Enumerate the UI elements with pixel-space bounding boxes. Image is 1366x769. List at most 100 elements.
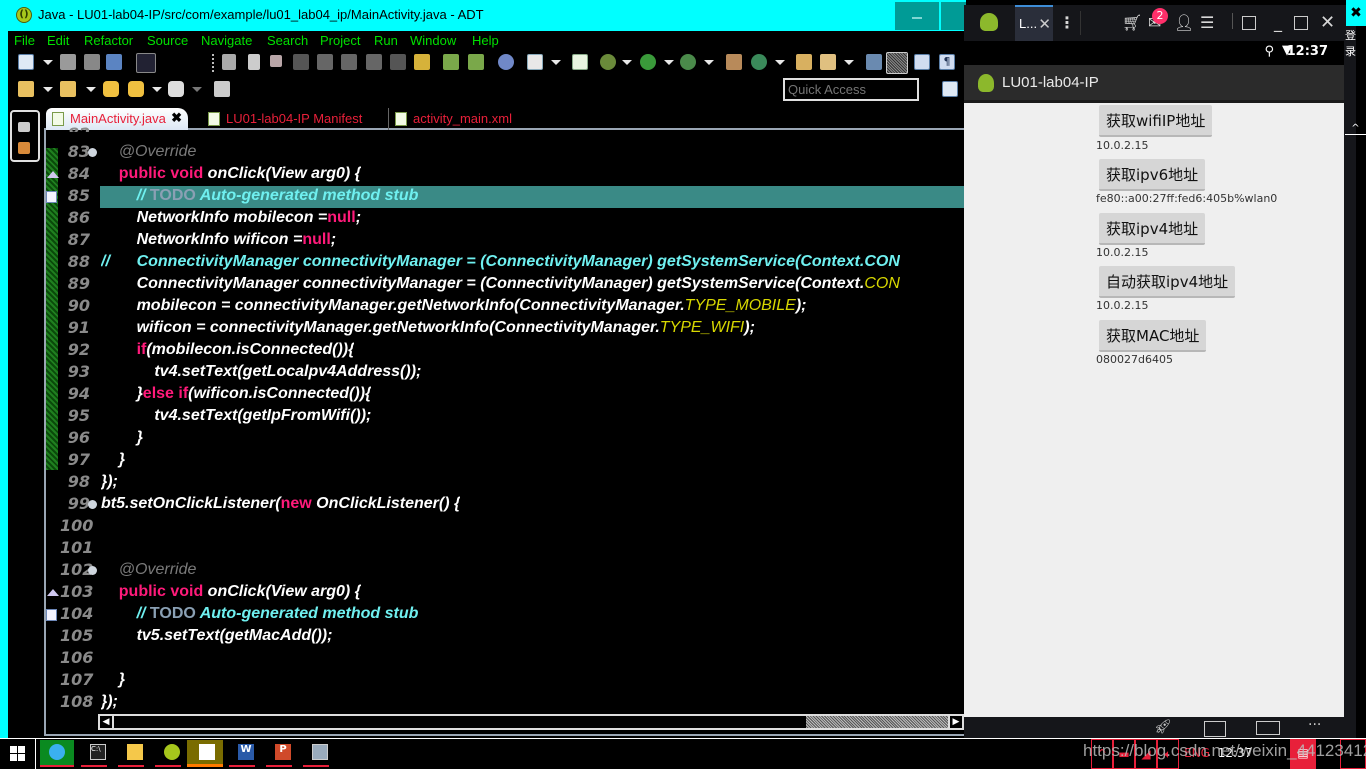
debug-icon[interactable] [600,54,616,70]
step-into-icon[interactable] [317,54,333,70]
code-line[interactable]: // TODO Auto-generated method stub [101,187,419,205]
save-all-icon[interactable] [84,54,100,70]
auto-get-ipv4-button[interactable]: 自动获取ipv4地址 [1099,266,1236,298]
code-line[interactable]: NetworkInfo wificon =null; [101,231,337,249]
save-icon[interactable] [60,54,76,70]
taskbar-app-notepad[interactable] [187,740,223,767]
open-type-icon[interactable] [796,54,812,70]
menu-source[interactable]: Source [147,33,188,48]
search-dropdown-icon[interactable] [844,60,854,65]
maximize-button[interactable] [941,2,966,30]
get-mac-button[interactable]: 获取MAC地址 [1099,320,1207,352]
scroll-right-icon[interactable]: ▶ [948,716,962,728]
step-return-icon[interactable] [366,54,382,70]
new-icon[interactable] [18,54,34,70]
keyboard-icon[interactable] [1256,721,1280,735]
quick-access-input[interactable] [783,78,919,101]
lint-icon[interactable] [498,54,514,70]
maximize-icon[interactable] [1294,16,1308,30]
taskbar-app-word[interactable]: W [229,740,263,767]
search-icon[interactable] [820,54,836,70]
debug-dropdown-icon[interactable] [622,60,632,65]
menu-project[interactable]: Project [320,33,360,48]
next-annotation-dropdown-icon[interactable] [43,87,53,92]
code-line[interactable]: }); [101,693,118,711]
menu-icon[interactable]: ☰ [1200,15,1214,31]
new-package-icon[interactable] [726,54,742,70]
binary-icon[interactable] [136,53,156,73]
code-line[interactable]: @Override [101,561,197,579]
override-marker-icon[interactable] [47,171,59,178]
tab-activity-main-xml[interactable]: activity_main.xml [388,108,518,130]
fold-toggle-icon[interactable] [88,500,97,509]
more-horizontal-icon[interactable]: ··· [1308,717,1321,733]
android-sdk-manager-icon[interactable] [443,54,459,70]
use-step-filters-icon[interactable] [414,54,430,70]
show-whitespace-icon[interactable]: ¶ [939,54,955,70]
block-selection-icon[interactable] [914,54,930,70]
code-line[interactable]: // TODO Auto-generated method stub [101,605,419,623]
new-dropdown-icon[interactable] [43,60,53,65]
step-over-icon[interactable] [341,54,357,70]
pin-editor-icon[interactable] [214,81,230,97]
get-ipv6-button[interactable]: 获取ipv6地址 [1099,159,1206,191]
background-close-button[interactable]: ✖ [1346,0,1366,26]
back-icon[interactable] [128,81,144,97]
menu-help[interactable]: Help [472,33,499,48]
code-line[interactable]: }else if(wificon.isConnected()){ [101,385,372,403]
scroll-left-icon[interactable]: ◀ [100,716,114,728]
login-link[interactable]: 登录 [1345,27,1366,59]
last-edit-location-icon[interactable] [103,81,119,97]
previous-annotation-icon[interactable] [60,81,76,97]
taskbar-app-monitor[interactable] [303,740,337,767]
fold-toggle-icon[interactable] [88,148,97,157]
new-class-dropdown-icon[interactable] [775,60,785,65]
external-tools-icon[interactable] [680,54,696,70]
terminate-icon[interactable] [270,55,282,67]
restore-view-icon[interactable] [18,122,30,132]
disconnect-icon[interactable] [293,54,309,70]
fold-toggle-icon[interactable] [88,566,97,575]
taskbar-app-adt[interactable] [155,740,189,767]
menu-navigate[interactable]: Navigate [201,33,252,48]
get-ipv4-button[interactable]: 获取ipv4地址 [1099,213,1206,245]
user-icon[interactable]: 👤︎ [1174,15,1194,31]
toggle-mark-occurrences-icon[interactable] [886,52,908,74]
check-dropdown-icon[interactable] [551,60,561,65]
toolbox-icon[interactable] [1204,721,1226,737]
resume-icon[interactable] [222,54,236,70]
horizontal-scrollbar[interactable]: ◀ ▶ [98,714,964,730]
chevron-up-icon[interactable]: ^ [1345,123,1366,135]
code-line[interactable]: wificon = connectivityManager.getNetwork… [101,319,755,337]
scrollbar-track[interactable] [806,716,950,728]
suspend-icon[interactable] [248,54,260,70]
code-line[interactable]: } [101,671,125,689]
external-tools-dropdown-icon[interactable] [704,60,714,65]
run-dropdown-icon[interactable] [664,60,674,65]
menu-search[interactable]: Search [267,33,308,48]
run-icon[interactable] [640,54,656,70]
code-line[interactable]: ConnectivityManager connectivityManager … [101,275,900,293]
taskbar-app-cmd[interactable]: C:\ [81,740,115,767]
code-line[interactable]: } [101,451,125,469]
code-line[interactable]: tv4.setText(getIpFromWifi()); [101,407,371,425]
previous-annotation-dropdown-icon[interactable] [86,87,96,92]
emulator-tab[interactable]: L... ✕ [1015,5,1053,41]
code-line[interactable]: @Override [101,143,197,161]
avd-manager-icon[interactable] [468,54,484,70]
override-marker-icon[interactable] [47,589,59,596]
check-icon[interactable] [527,54,543,70]
rocket-icon[interactable]: 🚀︎ [1154,719,1172,735]
minimize-button[interactable] [895,2,939,30]
code-line[interactable]: }); [101,473,118,491]
next-annotation-icon[interactable] [18,81,34,97]
code-line[interactable]: public void onClick(View arg0) { [101,583,361,601]
close-tab-icon[interactable]: ✕ [1038,15,1051,33]
more-vertical-icon[interactable]: ⋮ [1059,15,1075,31]
code-line[interactable]: NetworkInfo mobilecon =null; [101,209,361,227]
new-class-icon[interactable] [751,54,767,70]
new-android-project-icon[interactable] [572,54,588,70]
open-perspective-icon[interactable] [942,81,958,97]
menu-edit[interactable]: Edit [47,33,69,48]
menu-refactor[interactable]: Refactor [84,33,133,48]
